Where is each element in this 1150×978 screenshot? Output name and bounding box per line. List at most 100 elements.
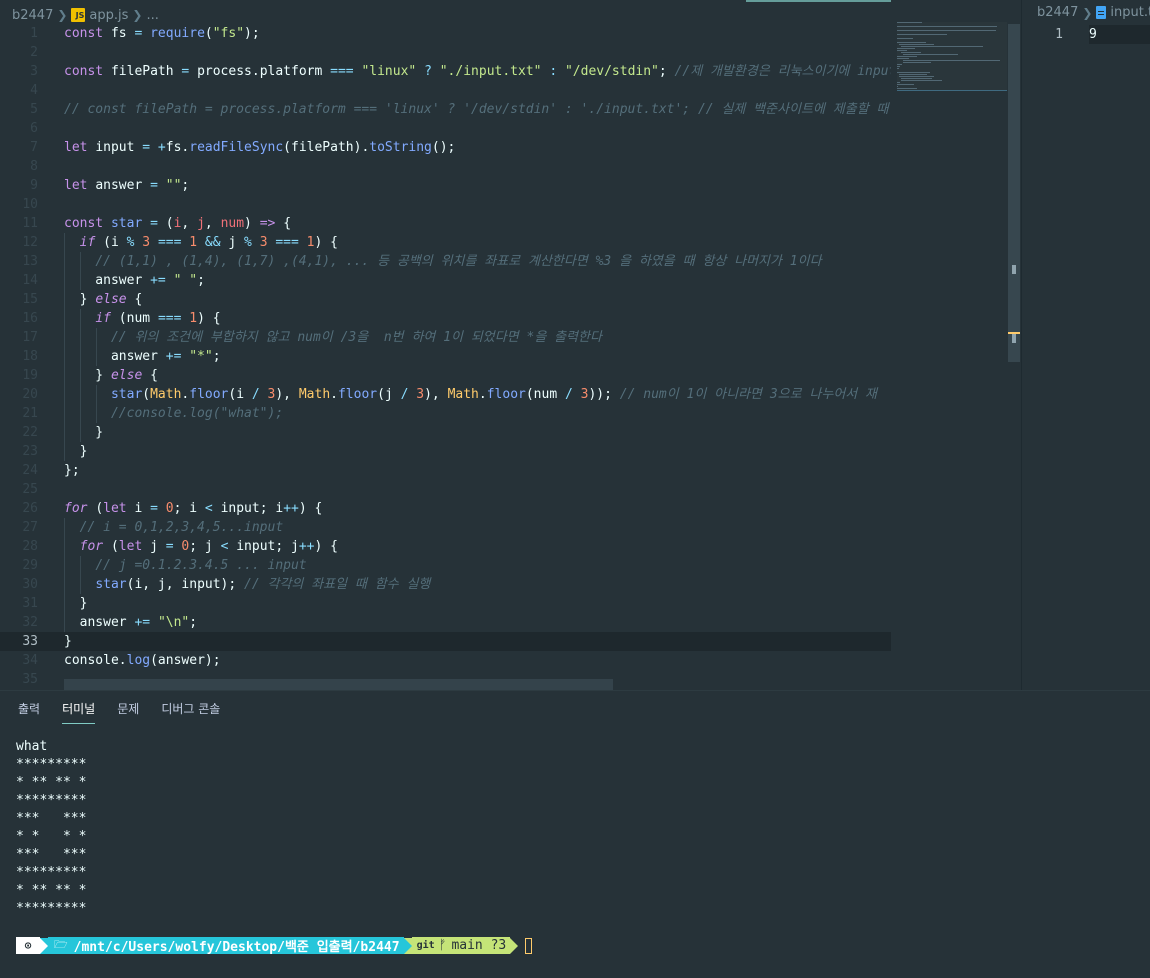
tab-problems[interactable]: 문제	[117, 700, 139, 724]
code-line[interactable]: 34 console.log(answer);	[0, 651, 891, 670]
code-line[interactable]: 24};	[0, 461, 891, 480]
line-text[interactable]: } else {	[64, 366, 158, 385]
code-line[interactable]: 23 }	[0, 442, 891, 461]
line-text[interactable]: 9	[1089, 25, 1150, 44]
line-text[interactable]: }	[64, 442, 88, 461]
code-line[interactable]: 28 for (let j = 0; j < input; j++) {	[0, 537, 891, 556]
main-editor[interactable]: b2447 ❯ JS app.js ❯ ... 1 const fs = requ…	[0, 0, 1021, 690]
code-line[interactable]: 21 //console.log("what");	[0, 404, 891, 423]
code-line[interactable]: 1 const fs = require("fs");	[0, 24, 891, 43]
code-line[interactable]: 5 // const filePath = process.platform ==…	[0, 100, 891, 119]
breadcrumb-folder[interactable]: b2447	[1037, 5, 1078, 20]
code-token: // i = 0,1,2,3,4,5...input	[79, 520, 284, 535]
line-text[interactable]: if (num === 1) {	[64, 309, 220, 328]
code-line[interactable]: 10	[0, 195, 891, 214]
line-number: 2	[30, 45, 38, 60]
line-text[interactable]: };	[64, 461, 80, 480]
line-text[interactable]: const star = (i, j, num) => {	[64, 214, 291, 233]
terminal-output[interactable]: what ********* * ** ** * ********* *** *** * …	[16, 738, 86, 918]
line-text[interactable]: // 위의 조건에 부합하지 않고 num이 /3을 n번 하여 1이 되었다면…	[64, 328, 602, 347]
line-text[interactable]: }	[64, 632, 72, 651]
code-line[interactable]: 13 // (1,1) , (1,4), (1,7) ,(4,1), ... 등…	[0, 252, 891, 271]
code-line[interactable]: 29 // j =0.1.2.3.4.5 ... input	[0, 556, 891, 575]
code-token: floor	[337, 387, 378, 402]
line-text[interactable]: console.log(answer);	[64, 651, 221, 670]
tab-terminal[interactable]: 터미널	[62, 700, 96, 724]
code-line[interactable]: 18 answer += "*";	[0, 347, 891, 366]
vertical-scrollbar[interactable]	[1008, 24, 1020, 362]
line-text[interactable]: } else {	[64, 290, 143, 309]
line-number: 11	[22, 216, 38, 231]
code-line[interactable]: 30 star(i, j, input); // 각각의 좌표일 때 함수 실행	[0, 575, 891, 594]
code-line[interactable]: 26 for (let i = 0; i < input; i++) {	[0, 499, 891, 518]
code-line[interactable]: 9 let answer = "";	[0, 176, 891, 195]
breadcrumb-file[interactable]: input.txt	[1110, 5, 1150, 20]
code-line[interactable]: 25	[0, 480, 891, 499]
line-text[interactable]: star(Math.floor(i / 3), Math.floor(j / 3…	[64, 385, 877, 404]
line-text[interactable]: // j =0.1.2.3.4.5 ... input	[64, 556, 306, 575]
code-line[interactable]: 4	[0, 81, 891, 100]
code-line[interactable]: 7 let input = +fs.readFileSync(filePath).…	[0, 138, 891, 157]
code-line[interactable]: 33}	[0, 632, 891, 651]
code-line[interactable]: 14 answer += " ";	[0, 271, 891, 290]
code-line[interactable]: 11 const star = (i, j, num) => {	[0, 214, 891, 233]
code-token: ) {	[298, 501, 323, 516]
linux-icon: ⊙	[16, 937, 40, 954]
code-line[interactable]: 1 9	[1022, 25, 1150, 44]
line-text[interactable]: const fs = require("fs");	[64, 24, 260, 43]
line-number: 20	[22, 387, 38, 402]
code-line[interactable]: 6	[0, 119, 891, 138]
line-text[interactable]: //console.log("what");	[64, 404, 283, 423]
line-text[interactable]: answer += "\n";	[64, 613, 197, 632]
code-token: =	[150, 501, 166, 516]
code-line[interactable]: 19 } else {	[0, 366, 891, 385]
line-text[interactable]: let answer = "";	[64, 176, 189, 195]
code-line[interactable]: 2	[0, 43, 891, 62]
line-number: 22	[22, 425, 38, 440]
line-text[interactable]: }	[64, 423, 103, 442]
line-text[interactable]: const filePath = process.platform === "l…	[64, 62, 891, 81]
minimap-viewport[interactable]	[897, 22, 1007, 91]
code-token: /	[251, 387, 268, 402]
code-line[interactable]: 16 if (num === 1) {	[0, 309, 891, 328]
breadcrumb-file[interactable]: app.js	[89, 8, 128, 23]
code-token: ++	[283, 501, 299, 516]
line-text[interactable]: let input = +fs.readFileSync(filePath).t…	[64, 138, 455, 157]
line-text[interactable]: // i = 0,1,2,3,4,5...input	[64, 518, 284, 537]
code-line[interactable]: 15 } else {	[0, 290, 891, 309]
side-editor[interactable]: b2447 ❯ input.txt 1 9	[1022, 0, 1150, 690]
code-line[interactable]: 31 }	[0, 594, 891, 613]
line-text[interactable]: }	[64, 594, 88, 613]
terminal-line: what	[16, 739, 48, 754]
code-line[interactable]: 22 }	[0, 423, 891, 442]
line-text[interactable]: for (let j = 0; j < input; j++) {	[64, 537, 338, 556]
breadcrumb-more[interactable]: ...	[146, 8, 158, 23]
code-token: (i	[228, 387, 252, 402]
line-text[interactable]: // const filePath = process.platform ===…	[64, 100, 888, 119]
code-line[interactable]: 27 // i = 0,1,2,3,4,5...input	[0, 518, 891, 537]
code-line[interactable]: 20 star(Math.floor(i / 3), Math.floor(j …	[0, 385, 891, 404]
line-text[interactable]: answer += "*";	[64, 347, 221, 366]
chevron-right-icon: ❯	[132, 8, 143, 22]
tab-debug-console[interactable]: 디버그 콘솔	[161, 700, 220, 724]
tab-output[interactable]: 출력	[18, 700, 40, 724]
terminal-line: * ** ** *	[16, 775, 87, 790]
breadcrumb-folder[interactable]: b2447	[12, 8, 53, 23]
code-line[interactable]: 12 if (i % 3 === 1 && j % 3 === 1) {	[0, 233, 891, 252]
code-line[interactable]: 32 answer += "\n";	[0, 613, 891, 632]
line-text[interactable]: if (i % 3 === 1 && j % 3 === 1) {	[64, 233, 338, 252]
code-token: ,	[181, 216, 198, 231]
line-text[interactable]: for (let i = 0; i < input; i++) {	[64, 499, 322, 518]
code-line[interactable]: 8	[0, 157, 891, 176]
code-line[interactable]: 17 // 위의 조건에 부합하지 않고 num이 /3을 n번 하여 1이 되…	[0, 328, 891, 347]
code-token: ++	[298, 539, 315, 554]
terminal-cursor[interactable]	[525, 937, 533, 954]
line-text[interactable]: // (1,1) , (1,4), (1,7) ,(4,1), ... 등 공백…	[64, 252, 821, 271]
line-text[interactable]: answer += " ";	[64, 271, 205, 290]
line-text[interactable]: star(i, j, input); // 각각의 좌표일 때 함수 실행	[64, 575, 430, 594]
code-line[interactable]: 3 const filePath = process.platform === "…	[0, 62, 891, 81]
code-area[interactable]: 1 const fs = require("fs"); 2 3 const filePa…	[0, 24, 891, 687]
horizontal-scrollbar[interactable]	[64, 679, 613, 690]
code-token: "/dev/stdin"	[564, 64, 659, 79]
